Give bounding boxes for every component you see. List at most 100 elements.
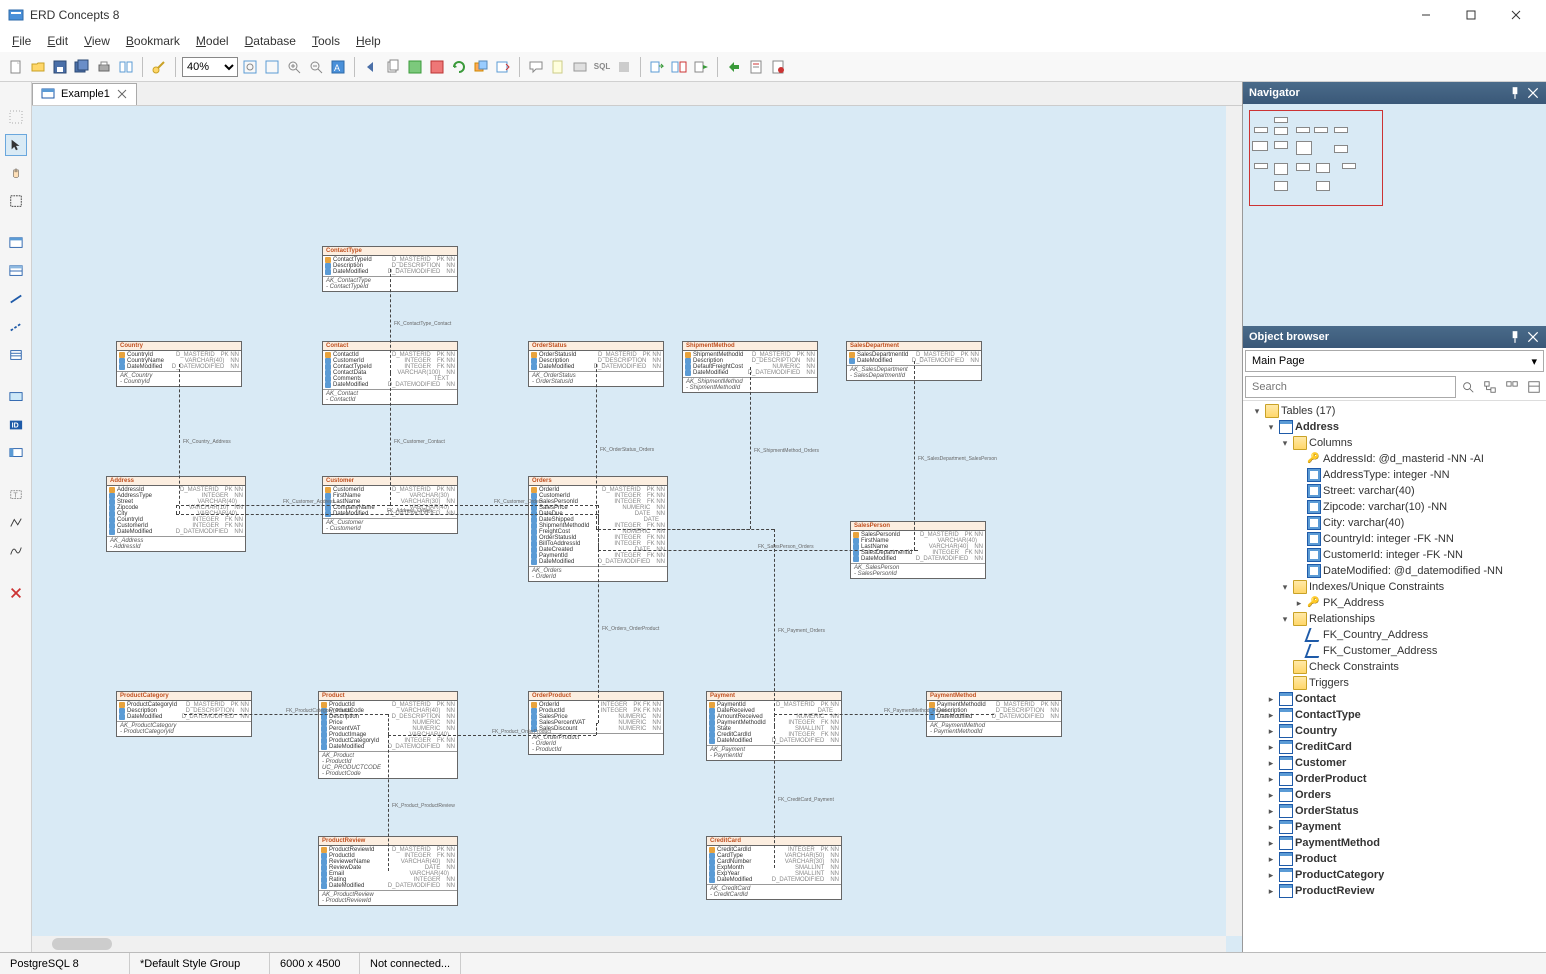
object-tree[interactable]: ▾Tables (17) ▾Address ▾Columns AddressId… [1243, 400, 1546, 952]
tree-table-address[interactable]: ▾Address [1243, 419, 1546, 435]
tree-table[interactable]: ▸ContactType [1243, 707, 1546, 723]
tree-fk[interactable]: FK_Country_Address [1243, 627, 1546, 643]
tree-table[interactable]: ▸ProductCategory [1243, 867, 1546, 883]
object-browser-pin-icon[interactable] [1508, 330, 1522, 344]
search-icon[interactable] [1458, 377, 1478, 397]
connect-button[interactable] [149, 57, 169, 77]
print-button[interactable] [94, 57, 114, 77]
copy-button[interactable] [383, 57, 403, 77]
relation-nonid-tool[interactable] [5, 316, 27, 338]
zoom-out-button[interactable] [306, 57, 326, 77]
menu-view[interactable]: View [76, 32, 118, 50]
nav-prev-button[interactable] [361, 57, 381, 77]
generate-button[interactable] [691, 57, 711, 77]
pan-tool[interactable] [5, 162, 27, 184]
tree-table[interactable]: ▸CreditCard [1243, 739, 1546, 755]
zoom-fit-button[interactable] [240, 57, 260, 77]
select-all-button[interactable]: A [328, 57, 348, 77]
open-button[interactable] [28, 57, 48, 77]
tree-table[interactable]: ▸Orders [1243, 787, 1546, 803]
tree-collapse-button[interactable] [1502, 377, 1522, 397]
menu-edit[interactable]: Edit [39, 32, 76, 50]
export-button[interactable] [647, 57, 667, 77]
maximize-button[interactable] [1448, 1, 1493, 29]
canvas-vscroll[interactable] [1226, 106, 1242, 936]
menu-database[interactable]: Database [237, 32, 304, 50]
delete-tool[interactable] [5, 582, 27, 604]
textbox-tool[interactable]: T [5, 484, 27, 506]
tree-table[interactable]: ▸Payment [1243, 819, 1546, 835]
column-tool[interactable] [5, 442, 27, 464]
tree-table[interactable]: ▸Country [1243, 723, 1546, 739]
snap-button[interactable] [5, 106, 27, 128]
entity-tool[interactable] [5, 232, 27, 254]
new-button[interactable] [6, 57, 26, 77]
tree-table[interactable]: ▸Product [1243, 851, 1546, 867]
tree-triggers-node[interactable]: Triggers [1243, 675, 1546, 691]
shape-tool[interactable] [5, 540, 27, 562]
tree-table[interactable]: ▸Customer [1243, 755, 1546, 771]
tree-fk[interactable]: FK_Customer_Address [1243, 643, 1546, 659]
zoom-in-button[interactable] [284, 57, 304, 77]
tree-column[interactable]: City: varchar(40) [1243, 515, 1546, 531]
search-input[interactable] [1245, 376, 1456, 398]
menu-tools[interactable]: Tools [304, 32, 348, 50]
validate-red-button[interactable] [427, 57, 447, 77]
tree-table[interactable]: ▸OrderStatus [1243, 803, 1546, 819]
tree-pk[interactable]: ▸PK_Address [1243, 595, 1546, 611]
tree-table[interactable]: ▸OrderProduct [1243, 771, 1546, 787]
page-setup-button[interactable] [116, 57, 136, 77]
report-button[interactable] [746, 57, 766, 77]
hscroll-thumb[interactable] [52, 938, 112, 950]
tree-column[interactable]: CountryId: integer -FK -NN [1243, 531, 1546, 547]
tab-close-icon[interactable] [116, 88, 128, 100]
script-button[interactable] [768, 57, 788, 77]
save-button[interactable] [50, 57, 70, 77]
navigator-pin-icon[interactable] [1508, 86, 1522, 100]
refresh-button[interactable] [449, 57, 469, 77]
reverse-button[interactable] [493, 57, 513, 77]
layers-button[interactable] [471, 57, 491, 77]
tab-example1[interactable]: Example1 [32, 83, 137, 105]
polyline-tool[interactable] [5, 512, 27, 534]
tree-column[interactable]: AddressType: integer -NN [1243, 467, 1546, 483]
zoom-actual-button[interactable] [262, 57, 282, 77]
tree-refresh-button[interactable] [1524, 377, 1544, 397]
pointer-tool[interactable] [5, 134, 27, 156]
tree-indexes-node[interactable]: ▾Indexes/Unique Constraints [1243, 579, 1546, 595]
stop-button[interactable] [614, 57, 634, 77]
sql-button[interactable]: SQL [592, 57, 612, 77]
tree-tables-node[interactable]: ▾Tables (17) [1243, 403, 1546, 419]
tree-check-node[interactable]: Check Constraints [1243, 659, 1546, 675]
menu-file[interactable]: FFileile [4, 32, 39, 50]
tree-column[interactable]: Street: varchar(40) [1243, 483, 1546, 499]
object-browser-close-icon[interactable] [1526, 330, 1540, 344]
id-tool[interactable]: ID [5, 414, 27, 436]
close-button[interactable] [1493, 1, 1538, 29]
navigator-thumbnail[interactable] [1249, 110, 1383, 206]
domain-tool[interactable] [5, 386, 27, 408]
tree-relationships-node[interactable]: ▾Relationships [1243, 611, 1546, 627]
relation-tool[interactable] [5, 288, 27, 310]
tree-table[interactable]: ▸Contact [1243, 691, 1546, 707]
zoom-select[interactable]: 40% [182, 57, 238, 77]
tree-expand-button[interactable] [1480, 377, 1500, 397]
menu-help[interactable]: Help [348, 32, 389, 50]
navigator-body[interactable] [1243, 104, 1546, 326]
menu-bookmark[interactable]: Bookmark [118, 32, 188, 50]
note-button[interactable] [548, 57, 568, 77]
page-selector[interactable]: Main Page ▾ [1245, 350, 1544, 372]
menu-model[interactable]: Model [188, 32, 237, 50]
import-button[interactable] [724, 57, 744, 77]
erd-canvas[interactable]: ContactTypeContactTypeIdD_MASTERIDPK NND… [32, 106, 1242, 952]
marquee-tool[interactable] [5, 190, 27, 212]
comment-button[interactable] [526, 57, 546, 77]
view-tool[interactable] [5, 260, 27, 282]
validate-green-button[interactable] [405, 57, 425, 77]
tree-table[interactable]: ▸ProductReview [1243, 883, 1546, 899]
compare-button[interactable] [669, 57, 689, 77]
navigator-close-icon[interactable] [1526, 86, 1540, 100]
tree-columns-node[interactable]: ▾Columns [1243, 435, 1546, 451]
subtype-tool[interactable] [5, 344, 27, 366]
tree-column[interactable]: Zipcode: varchar(10) -NN [1243, 499, 1546, 515]
